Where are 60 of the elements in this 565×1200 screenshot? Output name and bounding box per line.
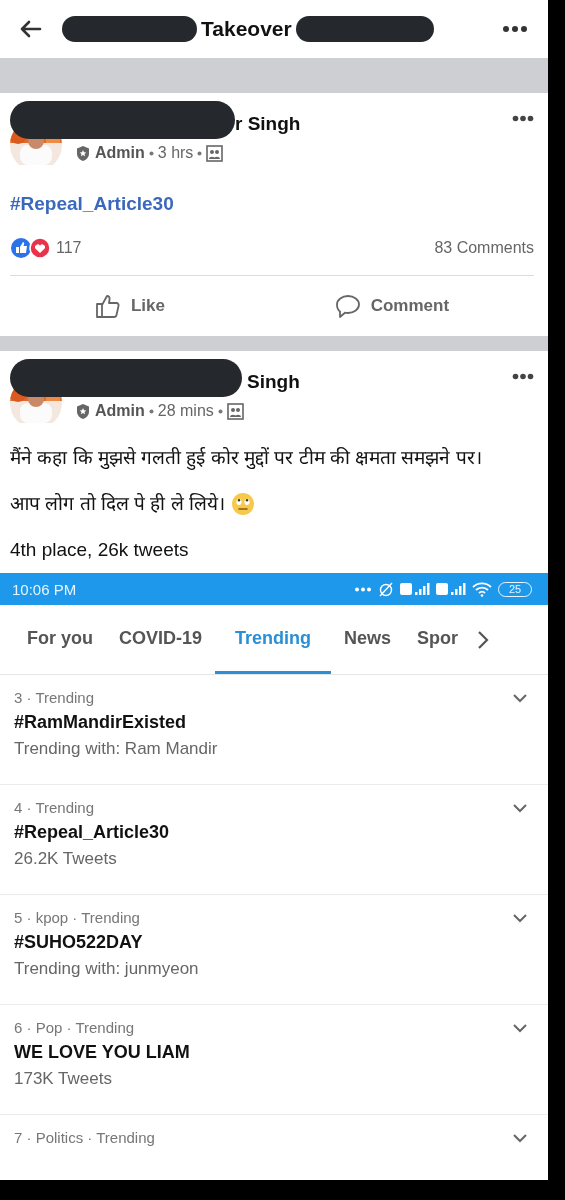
dot-icon (217, 408, 223, 414)
chevron-down-icon[interactable] (512, 693, 528, 703)
more-icon[interactable] (512, 115, 534, 122)
chevron-down-icon[interactable] (512, 1023, 528, 1033)
more-icon[interactable] (502, 25, 528, 33)
post-text: 4th place, 26k tweets (10, 538, 189, 562)
dots-icon (354, 586, 372, 592)
shield-icon (75, 402, 91, 420)
speech-bubble-icon (334, 293, 361, 319)
wifi-icon (472, 581, 492, 597)
shield-icon (75, 144, 91, 162)
trend-title[interactable]: WE LOVE YOU LIAM (14, 1042, 512, 1063)
post-text: आप लोग तो दिल पे ही ले लिये। (10, 492, 225, 516)
status-time: 10:06 PM (12, 580, 77, 598)
dot-icon (148, 150, 154, 156)
author-name[interactable]: Singh (247, 371, 300, 392)
trend-title[interactable]: #Repeal_Article30 (14, 822, 512, 843)
reactions-icon[interactable] (10, 237, 52, 259)
chevron-down-icon[interactable] (512, 803, 528, 813)
page-title: Takeover (201, 17, 292, 41)
trend-detail: 26.2K Tweets (14, 849, 118, 869)
trend-detail: Trending with: junmyeon (14, 959, 200, 979)
hashtag-link[interactable]: #Repeal_Article30 (10, 191, 174, 217)
post-time[interactable]: 28 mins (157, 402, 214, 420)
tab[interactable]: COVID-19 (106, 605, 216, 674)
trend-meta: 4 · Trending (14, 799, 96, 816)
tab[interactable]: Spor (404, 605, 472, 674)
tab[interactable]: For you (14, 605, 106, 674)
signal-icon (436, 581, 466, 597)
tab[interactable]: News (331, 605, 405, 674)
trend-meta: 6 · Pop · Trending (14, 1019, 136, 1036)
reaction-count[interactable]: 117 (56, 239, 82, 257)
signal-icon (400, 581, 430, 597)
comment-count[interactable]: 83 Comments (434, 239, 534, 257)
group-icon (226, 402, 244, 420)
like-button[interactable]: Like (88, 289, 171, 323)
post-time[interactable]: 3 hrs (157, 144, 194, 162)
group-icon (206, 144, 224, 162)
role-label: Admin (95, 402, 145, 420)
trend-title[interactable]: #SUHO522DAY (14, 932, 512, 953)
dot-icon (197, 150, 203, 156)
more-icon[interactable] (512, 373, 534, 380)
chevron-down-icon[interactable] (512, 1133, 528, 1143)
trend-title[interactable]: #RamMandirExisted (14, 712, 512, 733)
trend-meta: 7 · Politics · Trending (14, 1129, 156, 1146)
alarm-off-icon (378, 581, 394, 597)
trend-meta: 5 · kpop · Trending (14, 909, 141, 926)
trend-detail: 173K Tweets (14, 1069, 113, 1089)
author-name[interactable]: r Singh (235, 113, 301, 134)
role-label: Admin (95, 144, 145, 162)
chevron-down-icon[interactable] (512, 913, 528, 923)
thumbs-up-icon (94, 293, 121, 319)
trend-detail: Trending with: Ram Mandir (14, 739, 219, 759)
back-arrow-icon[interactable] (18, 19, 42, 39)
comment-button[interactable]: Comment (328, 289, 456, 323)
post-text: मैंने कहा कि मुझसे गलती हुई कोर मुद्दों पर टीम की क्षमता समझने पर। (10, 446, 482, 471)
trend-meta: 3 · Trending (14, 689, 96, 706)
chevron-right-icon[interactable] (477, 629, 490, 650)
dot-icon (148, 408, 154, 414)
tab[interactable]: Trending (215, 605, 332, 674)
